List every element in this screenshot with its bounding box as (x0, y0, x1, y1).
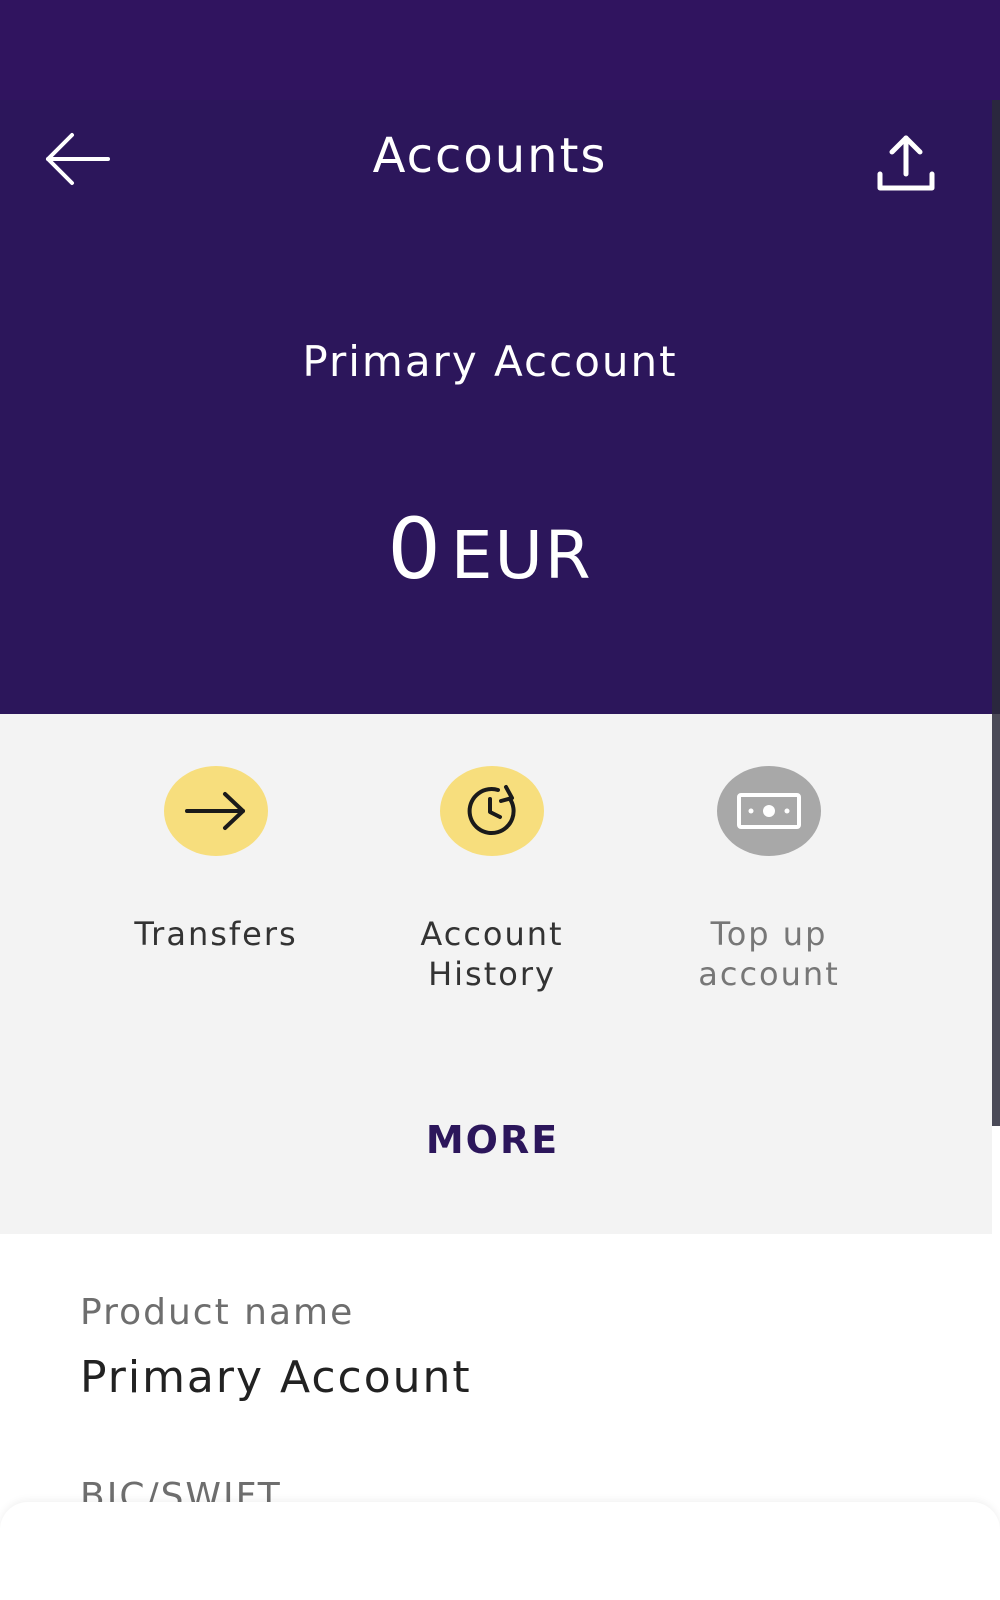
scrollbar[interactable] (992, 100, 1000, 1126)
history-icon-circle (440, 766, 544, 856)
account-header (0, 100, 1000, 714)
account-history-label: Account History (420, 915, 564, 993)
status-bar (0, 0, 1000, 100)
bottom-sheet (0, 1502, 1000, 1600)
transfers-icon-circle (164, 766, 268, 856)
history-icon (467, 785, 516, 836)
transfers-action[interactable]: Transfers (91, 766, 341, 954)
top-up-label: Top up account (698, 915, 840, 993)
banknote-icon (737, 793, 801, 829)
page-title: Accounts (372, 128, 608, 184)
transfers-label: Transfers (134, 915, 298, 953)
account-name: Primary Account (302, 337, 678, 386)
upload-icon (877, 135, 935, 191)
more-button[interactable]: MORE (0, 1118, 985, 1162)
share-button[interactable] (872, 130, 940, 198)
arrow-right-icon (185, 792, 245, 830)
account-balance: 0 EUR (0, 500, 980, 598)
product-name-value: Primary Account (80, 1352, 472, 1403)
balance-amount: 0 (387, 500, 441, 598)
balance-currency: EUR (450, 517, 593, 594)
top-up-action[interactable]: Top up account (644, 766, 894, 994)
product-name-label: Product name (80, 1292, 355, 1333)
top-up-icon-circle (717, 766, 821, 856)
account-history-action[interactable]: Account History (367, 766, 617, 994)
